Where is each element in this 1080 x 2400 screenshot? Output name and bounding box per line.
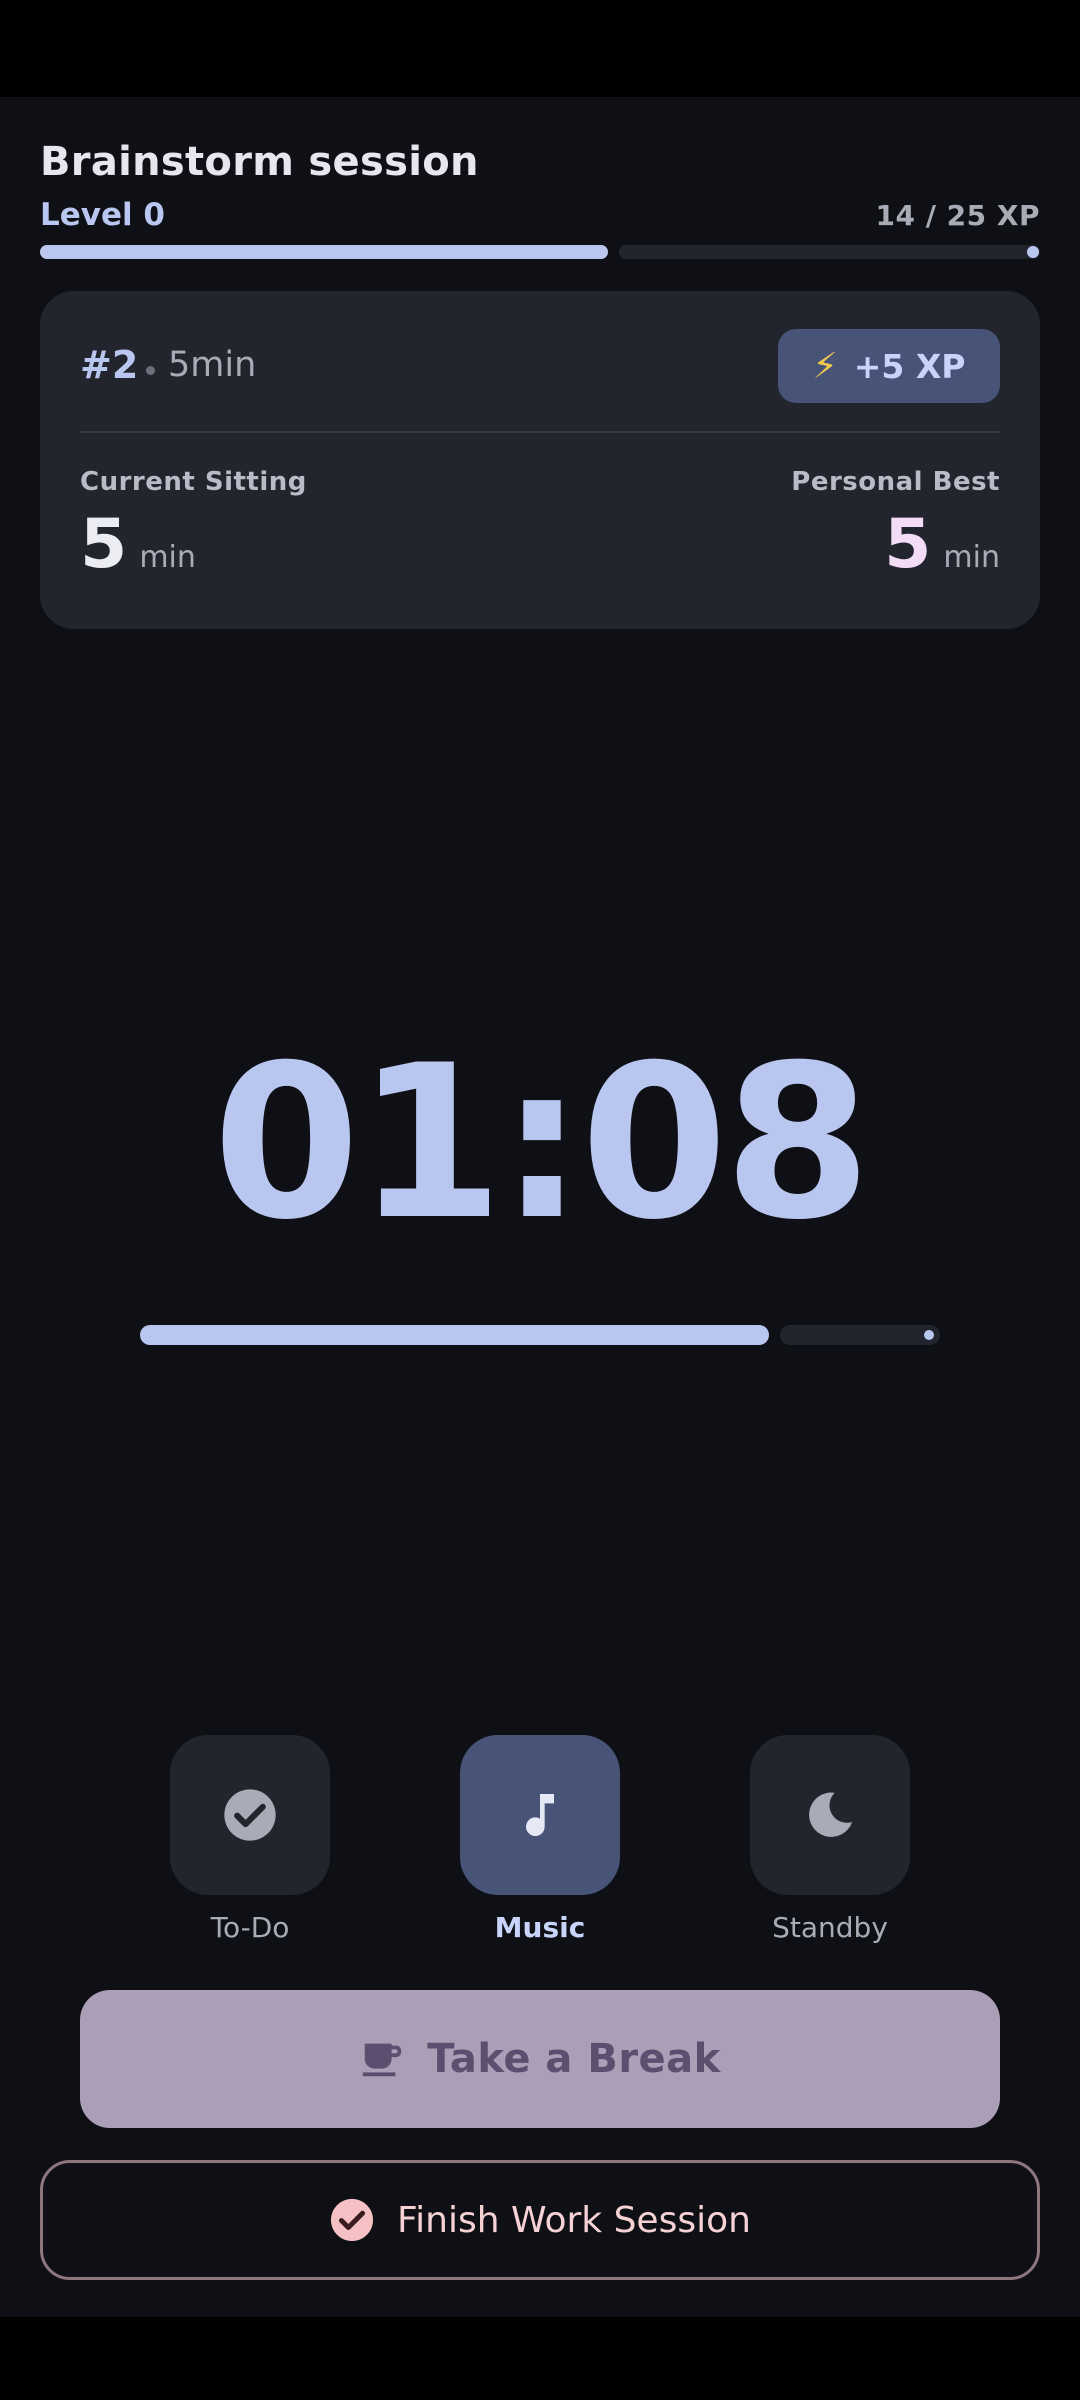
page-title: Brainstorm session — [40, 139, 479, 185]
xp-reward-chip: ⚡ +5 XP — [778, 329, 1000, 403]
level-progress-fill — [40, 245, 608, 259]
current-sitting-unit: min — [139, 540, 196, 575]
level-row: Level 0 14 / 25 XP — [40, 197, 1040, 237]
current-sitting-value: 5 min — [80, 505, 196, 584]
card-divider — [80, 431, 1000, 433]
standby-label: Standby — [772, 1911, 888, 1944]
session-duration: 5min — [168, 345, 257, 385]
music-label: Music — [494, 1911, 586, 1944]
personal-best-label: Personal Best — [791, 467, 1000, 497]
take-break-label: Take a Break — [427, 2036, 721, 2082]
moon-icon — [802, 1787, 858, 1843]
check-circle-icon — [222, 1787, 278, 1843]
standby-tile[interactable] — [750, 1735, 910, 1895]
music-tile[interactable] — [460, 1735, 620, 1895]
session-stats-card: #2 5min ⚡ +5 XP Current Sitting Personal… — [40, 291, 1040, 629]
todo-tile[interactable] — [170, 1735, 330, 1895]
current-sitting-label: Current Sitting — [80, 467, 307, 497]
session-screen: Brainstorm session Level 0 14 / 25 XP #2… — [0, 97, 1080, 2317]
level-label: Level 0 — [40, 197, 165, 233]
coffee-cup-icon — [359, 2036, 405, 2082]
take-break-button[interactable]: Take a Break — [80, 1990, 1000, 2128]
music-action[interactable]: Music — [460, 1735, 620, 1944]
level-progress-track — [619, 245, 1040, 259]
todo-action[interactable]: To-Do — [170, 1735, 330, 1944]
todo-label: To-Do — [210, 1911, 290, 1944]
current-sitting-number: 5 — [80, 505, 128, 584]
timer-progress-fill — [140, 1325, 769, 1345]
personal-best-number: 5 — [884, 505, 932, 584]
finish-session-button[interactable]: Finish Work Session — [40, 2160, 1040, 2280]
timer-display: 01:08 — [212, 1019, 872, 1266]
check-circle-icon — [329, 2197, 375, 2243]
xp-progress-label: 14 / 25 XP — [875, 199, 1040, 232]
standby-action[interactable]: Standby — [750, 1735, 910, 1944]
finish-session-label: Finish Work Session — [397, 2199, 751, 2241]
personal-best-value: 5 min — [884, 505, 1000, 584]
lightning-icon: ⚡ — [812, 345, 838, 387]
timer-progress-end-dot — [924, 1330, 934, 1340]
personal-best-unit: min — [943, 540, 1000, 575]
timer-progress-track — [780, 1325, 940, 1345]
session-number: #2 — [80, 343, 139, 387]
separator-dot — [146, 366, 155, 375]
music-note-icon — [512, 1787, 568, 1843]
xp-reward-label: +5 XP — [853, 346, 966, 386]
level-progress-end-dot — [1027, 246, 1039, 258]
